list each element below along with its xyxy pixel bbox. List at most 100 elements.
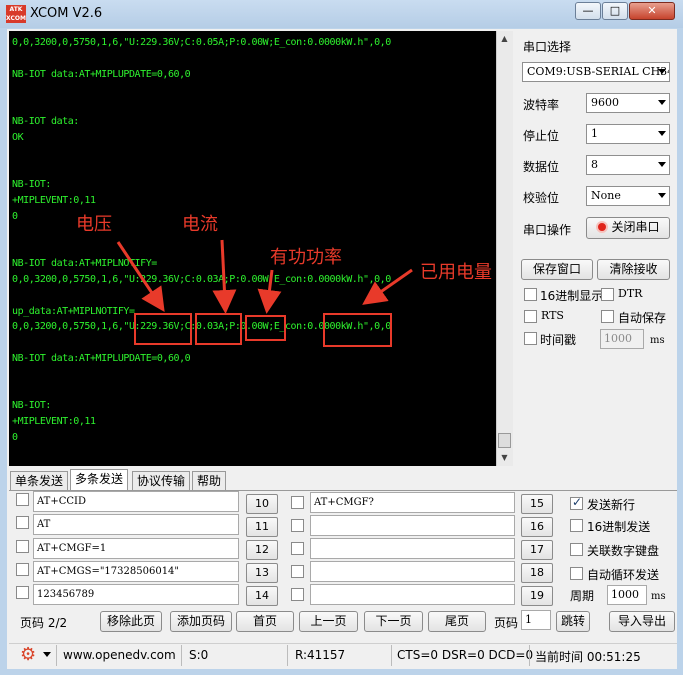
add-page-button[interactable]: 添加页码 [170, 611, 232, 632]
timestamp-ms-unit: ms [650, 335, 665, 346]
hex-display-label: 16进制显示 [540, 289, 604, 303]
stop-bits-value: 1 [591, 127, 598, 140]
parity-select[interactable]: None [586, 186, 670, 206]
data-bits-select[interactable]: 8 [586, 155, 670, 175]
link-keypad-checkbox[interactable] [570, 543, 583, 556]
multi-row-15-checkbox[interactable] [291, 496, 304, 509]
multi-row-13-checkbox[interactable] [16, 563, 29, 576]
dtr-label: DTR [618, 287, 643, 300]
next-page-button[interactable]: 下一页 [364, 611, 423, 632]
status-separator [56, 645, 57, 666]
parity-label: 校验位 [523, 191, 560, 205]
received-count: R:41157 [295, 648, 346, 662]
gear-icon[interactable]: ⚙ [20, 646, 36, 664]
sent-count: S:0 [189, 648, 209, 662]
auto-save-checkbox[interactable] [601, 310, 614, 323]
timestamp-interval-input[interactable]: 1000 [600, 329, 644, 349]
multi-row-16-input[interactable] [310, 515, 515, 536]
prev-page-button[interactable]: 上一页 [299, 611, 358, 632]
status-separator [181, 645, 182, 666]
tab-single-send[interactable]: 单条发送 [10, 471, 69, 491]
last-page-button[interactable]: 尾页 [428, 611, 486, 632]
website-link[interactable]: www.openedv.com [63, 648, 176, 662]
clear-receive-button[interactable]: 清除接收 [597, 259, 670, 280]
baud-select[interactable]: 9600 [586, 93, 670, 113]
hex-send-checkbox[interactable] [570, 519, 583, 532]
multi-row-17-checkbox[interactable] [291, 542, 304, 555]
multi-row-11-send-button[interactable]: 11 [246, 517, 278, 537]
stop-bits-select[interactable]: 1 [586, 124, 670, 144]
port-select[interactable]: COM9:USB-SERIAL CH340 [522, 62, 670, 82]
multi-row-18-checkbox[interactable] [291, 565, 304, 578]
rts-label: RTS [541, 309, 564, 322]
timestamp-label: 时间戳 [540, 333, 577, 347]
multi-row-18-input[interactable] [310, 561, 515, 582]
close-port-button[interactable]: 关闭串口 [586, 217, 670, 239]
multi-row-10-input[interactable]: AT+CCID [33, 491, 239, 512]
arrow-power [257, 269, 282, 314]
multi-row-11-checkbox[interactable] [16, 516, 29, 529]
current-time: 当前时间 00:51:25 [535, 650, 641, 664]
auto-loop-checkbox[interactable] [570, 567, 583, 580]
arrow-energy [362, 268, 413, 305]
tab-help[interactable]: 帮助 [192, 471, 227, 491]
multi-row-15-input[interactable]: AT+CMGF? [310, 492, 515, 513]
multi-row-19-input[interactable] [310, 584, 515, 605]
import-export-button[interactable]: 导入导出 [609, 611, 675, 632]
multi-row-10-checkbox[interactable] [16, 493, 29, 506]
link-keypad-label: 关联数字键盘 [587, 544, 660, 558]
multi-row-12-send-button[interactable]: 12 [246, 540, 278, 560]
multi-row-19-send-button[interactable]: 19 [521, 586, 553, 606]
port-label: 串口选择 [523, 40, 572, 54]
dtr-checkbox[interactable] [601, 288, 614, 301]
auto-save-label: 自动保存 [618, 311, 667, 325]
timestamp-checkbox[interactable] [524, 332, 537, 345]
jump-button[interactable]: 跳转 [556, 611, 590, 632]
baud-value: 9600 [591, 96, 619, 109]
multi-row-17-send-button[interactable]: 17 [521, 540, 553, 560]
multi-row-19-checkbox[interactable] [291, 588, 304, 601]
status-separator [529, 645, 530, 666]
page-indicator: 页码 2/2 [20, 616, 68, 630]
save-window-button[interactable]: 保存窗口 [521, 259, 593, 280]
multi-row-12-input[interactable]: AT+CMGF=1 [33, 538, 239, 559]
period-input[interactable]: 1000 [607, 585, 647, 605]
chevron-down-icon[interactable] [43, 652, 51, 657]
multi-row-10-send-button[interactable]: 10 [246, 494, 278, 514]
multi-row-13-input[interactable]: AT+CMGS="17328506014" [33, 561, 239, 582]
multi-row-12-checkbox[interactable] [16, 540, 29, 553]
period-label: 周期 [570, 589, 595, 603]
multi-row-14-send-button[interactable]: 14 [246, 586, 278, 606]
hex-display-checkbox[interactable] [524, 288, 537, 301]
chevron-down-icon [658, 69, 666, 74]
first-page-button[interactable]: 首页 [236, 611, 294, 632]
multi-row-16-checkbox[interactable] [291, 519, 304, 532]
baud-label: 波特率 [523, 98, 560, 112]
multi-row-17-input[interactable] [310, 538, 515, 559]
port-op-label: 串口操作 [523, 223, 572, 237]
hex-send-label: 16进制发送 [587, 520, 651, 534]
chevron-down-icon [658, 193, 666, 198]
page-number-input[interactable]: 1 [521, 610, 551, 630]
multi-row-16-send-button[interactable]: 16 [521, 517, 553, 537]
page-number-label: 页码 [494, 616, 519, 630]
multi-row-14-checkbox[interactable] [16, 586, 29, 599]
multi-row-13-send-button[interactable]: 13 [246, 563, 278, 583]
highlight-power [245, 315, 286, 341]
rts-checkbox[interactable] [524, 310, 537, 323]
arrow-current [212, 239, 237, 314]
tab-protocol[interactable]: 协议传输 [132, 471, 191, 491]
arrow-voltage [116, 241, 165, 312]
multi-row-14-input[interactable]: 123456789 [33, 584, 239, 605]
multi-row-18-send-button[interactable]: 18 [521, 563, 553, 583]
multi-row-15-send-button[interactable]: 15 [521, 494, 553, 514]
port-value: COM9:USB-SERIAL CH340 [527, 65, 670, 78]
line-status: CTS=0 DSR=0 DCD=0 [397, 648, 534, 662]
multi-row-11-input[interactable]: AT [33, 514, 239, 535]
remove-page-button[interactable]: 移除此页 [100, 611, 162, 632]
highlight-energy [323, 313, 392, 347]
send-newline-label: 发送新行 [587, 498, 636, 512]
auto-loop-label: 自动循环发送 [587, 568, 660, 582]
send-newline-checkbox[interactable] [570, 495, 583, 510]
tab-multi-send[interactable]: 多条发送 [70, 469, 129, 492]
